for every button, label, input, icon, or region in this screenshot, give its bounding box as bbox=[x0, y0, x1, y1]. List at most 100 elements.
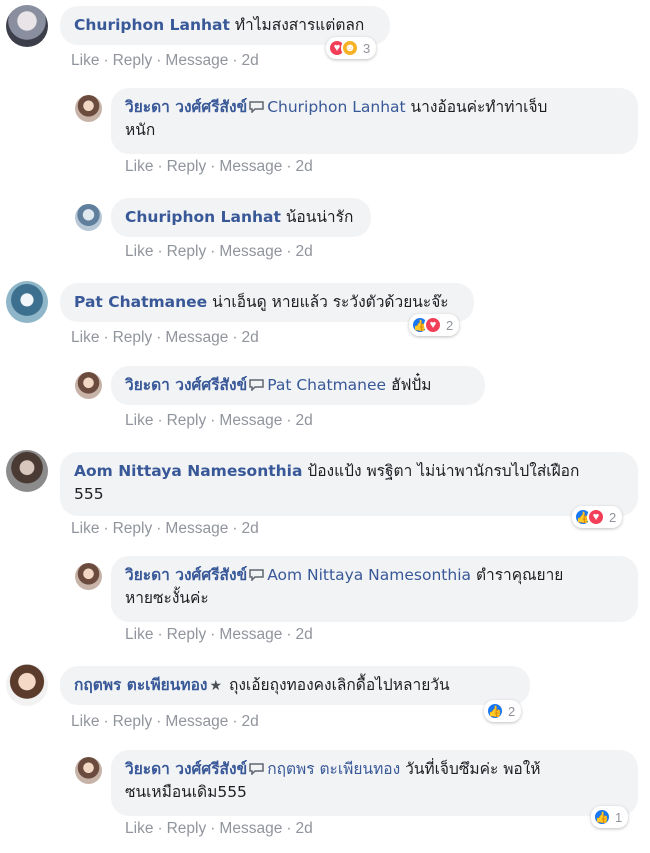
comment-text: น้อนน่ารัก bbox=[285, 208, 354, 226]
comment-actions: Like · Reply · Message · 2d bbox=[71, 520, 259, 537]
reaction-summary[interactable]: 👍 ♥ 2 bbox=[572, 506, 623, 528]
reply-link[interactable]: Reply bbox=[167, 626, 207, 643]
comment-author[interactable]: วิยะดา วงศ์ศรีสังข์ bbox=[125, 376, 247, 394]
comment-author[interactable]: วิยะดา วงศ์ศรีสังข์ bbox=[125, 760, 247, 778]
reaction-summary[interactable]: 👍 ♥ 2 bbox=[409, 314, 460, 336]
message-link[interactable]: Message bbox=[219, 243, 282, 260]
haha-icon: ☻ bbox=[341, 39, 359, 57]
avatar[interactable] bbox=[75, 95, 102, 122]
message-link[interactable]: Message bbox=[219, 412, 282, 429]
messenger-icon bbox=[249, 379, 264, 391]
comment-author[interactable]: วิยะดา วงศ์ศรีสังข์ bbox=[125, 566, 247, 584]
reply-link[interactable]: Reply bbox=[113, 713, 153, 730]
reaction-count: 1 bbox=[615, 809, 623, 825]
reaction-count: 3 bbox=[363, 40, 371, 56]
comment-bubble: วิยะดา วงศ์ศรีสังข์ Aom Nittaya Namesonth… bbox=[111, 556, 638, 622]
message-link[interactable]: Message bbox=[219, 158, 282, 175]
comment-actions: Like · Reply · Message · 2d bbox=[125, 412, 313, 429]
like-link[interactable]: Like bbox=[125, 626, 153, 643]
reply-link[interactable]: Reply bbox=[113, 520, 153, 537]
mention[interactable]: Aom Nittaya Namesonthia bbox=[267, 566, 471, 584]
comment-text: ฮัฟปั๋ม bbox=[391, 376, 432, 394]
reply-link[interactable]: Reply bbox=[167, 412, 207, 429]
reply-link[interactable]: Reply bbox=[167, 158, 207, 175]
timestamp[interactable]: 2d bbox=[296, 820, 313, 837]
reaction-summary[interactable]: ♥ ☻ 3 bbox=[326, 37, 377, 59]
mention[interactable]: Pat Chatmanee bbox=[267, 376, 386, 394]
comment-actions: Like · Reply · Message · 2d bbox=[125, 243, 313, 260]
like-link[interactable]: Like bbox=[125, 412, 153, 429]
timestamp[interactable]: 2d bbox=[242, 520, 259, 537]
like-link[interactable]: Like bbox=[71, 52, 99, 69]
top-fan-star-icon: ★ bbox=[209, 678, 223, 694]
comment-author[interactable]: Pat Chatmanee bbox=[74, 293, 207, 311]
like-icon: 👍 bbox=[593, 808, 611, 826]
like-link[interactable]: Like bbox=[71, 713, 99, 730]
like-link[interactable]: Like bbox=[125, 158, 153, 175]
like-link[interactable]: Like bbox=[71, 329, 99, 346]
mention[interactable]: Churiphon Lanhat bbox=[267, 98, 405, 116]
comment-actions: Like · Reply · Message · 2d bbox=[71, 713, 259, 730]
timestamp[interactable]: 2d bbox=[296, 412, 313, 429]
reply-link[interactable]: Reply bbox=[113, 329, 153, 346]
reply-link[interactable]: Reply bbox=[113, 52, 153, 69]
timestamp[interactable]: 2d bbox=[242, 52, 259, 69]
timestamp[interactable]: 2d bbox=[296, 158, 313, 175]
comment-author[interactable]: Aom Nittaya Namesonthia bbox=[74, 462, 302, 480]
comment-text-line2: หายซะงั้นค่ะ bbox=[125, 589, 209, 607]
timestamp[interactable]: 2d bbox=[296, 626, 313, 643]
comment-author[interactable]: Churiphon Lanhat bbox=[125, 208, 281, 226]
messenger-icon bbox=[249, 763, 264, 775]
message-link[interactable]: Message bbox=[165, 520, 228, 537]
avatar[interactable] bbox=[6, 450, 48, 492]
comment-bubble: กฤตพร ตะเพียนทอง ★ ถุงเอ้ยถุงทองคงเลิกดื้… bbox=[60, 666, 530, 705]
reaction-summary[interactable]: 👍 1 bbox=[591, 806, 629, 828]
comment-text-line2: หนัก bbox=[125, 121, 156, 139]
comment-actions: Like · Reply · Message · 2d bbox=[71, 329, 259, 346]
comment-actions: Like · Reply · Message · 2d bbox=[125, 158, 313, 175]
avatar[interactable] bbox=[75, 372, 102, 399]
comment-text: น่าเอ็นดู หายแล้ว ระวังตัวด้วยนะจ๊ะ bbox=[212, 293, 449, 311]
comment-author[interactable]: กฤตพร ตะเพียนทอง bbox=[74, 676, 207, 694]
comment-text: วันที่เจ็บซึมค่ะ พอให้ bbox=[405, 760, 541, 778]
message-link[interactable]: Message bbox=[165, 713, 228, 730]
comment-actions: Like · Reply · Message · 2d bbox=[125, 820, 313, 837]
reaction-summary[interactable]: 👍 2 bbox=[484, 700, 522, 722]
comment-author[interactable]: วิยะดา วงศ์ศรีสังข์ bbox=[125, 98, 247, 116]
message-link[interactable]: Message bbox=[219, 626, 282, 643]
messenger-icon bbox=[249, 569, 264, 581]
love-icon: ♥ bbox=[587, 508, 605, 526]
reaction-count: 2 bbox=[609, 509, 617, 525]
timestamp[interactable]: 2d bbox=[296, 243, 313, 260]
like-link[interactable]: Like bbox=[71, 520, 99, 537]
avatar[interactable] bbox=[75, 204, 102, 231]
love-icon: ♥ bbox=[424, 316, 442, 334]
timestamp[interactable]: 2d bbox=[242, 713, 259, 730]
avatar[interactable] bbox=[75, 563, 102, 590]
mention[interactable]: กฤตพร ตะเพียนทอง bbox=[267, 760, 400, 778]
comment-text-line2: 555 bbox=[74, 485, 104, 503]
comment-bubble: Churiphon Lanhat น้อนน่ารัก bbox=[111, 198, 371, 237]
like-link[interactable]: Like bbox=[125, 820, 153, 837]
comment-text: ถุงเอ้ยถุงทองคงเลิกดื้อไปหลายวัน bbox=[228, 676, 450, 694]
comment-bubble: วิยะดา วงศ์ศรีสังข์ Churiphon Lanhat นางอ… bbox=[111, 88, 638, 154]
comment-bubble: วิยะดา วงศ์ศรีสังข์ กฤตพร ตะเพียนทอง วันท… bbox=[111, 750, 638, 816]
like-link[interactable]: Like bbox=[125, 243, 153, 260]
comment-text-line2: ซนเหมือนเดิม555 bbox=[125, 783, 247, 801]
like-icon: 👍 bbox=[486, 702, 504, 720]
reply-link[interactable]: Reply bbox=[167, 243, 207, 260]
message-link[interactable]: Message bbox=[165, 329, 228, 346]
comment-text: ตำราคุณยาย bbox=[475, 566, 564, 584]
message-link[interactable]: Message bbox=[165, 52, 228, 69]
avatar[interactable] bbox=[6, 664, 48, 706]
comment-bubble: วิยะดา วงศ์ศรีสังข์ Pat Chatmanee ฮัฟปั๋ม bbox=[111, 366, 485, 405]
avatar[interactable] bbox=[6, 281, 48, 323]
comment-author[interactable]: Churiphon Lanhat bbox=[74, 16, 230, 34]
avatar[interactable] bbox=[6, 5, 48, 47]
comment-bubble: Aom Nittaya Namesonthia ป้องแป้ง พรฐิตา … bbox=[60, 452, 638, 516]
timestamp[interactable]: 2d bbox=[242, 329, 259, 346]
message-link[interactable]: Message bbox=[219, 820, 282, 837]
avatar[interactable] bbox=[75, 757, 102, 784]
reaction-count: 2 bbox=[508, 703, 516, 719]
reply-link[interactable]: Reply bbox=[167, 820, 207, 837]
